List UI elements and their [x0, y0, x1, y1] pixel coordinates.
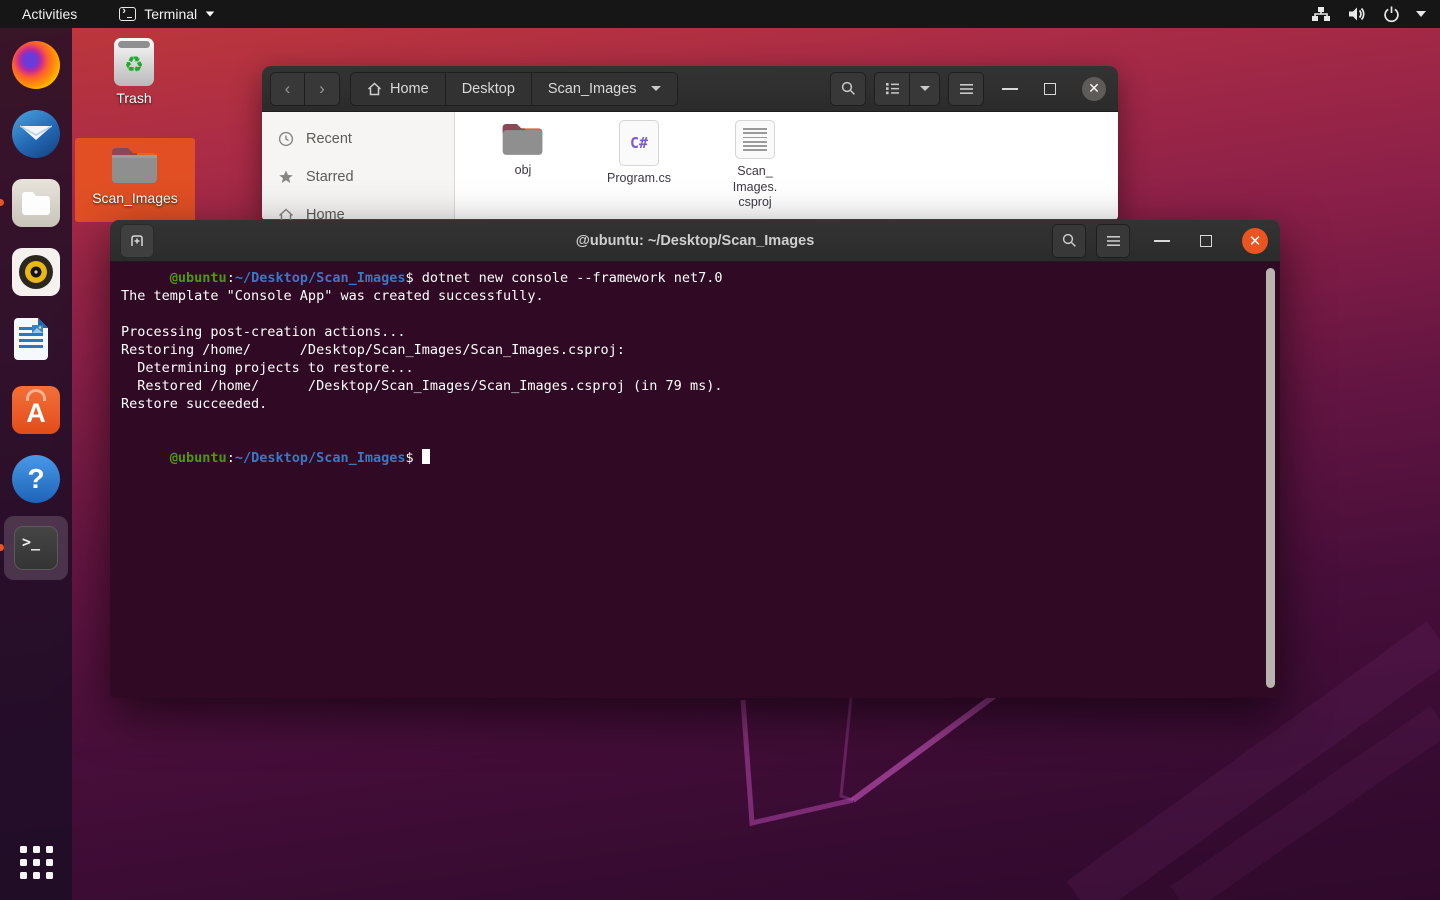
bag-letter: A	[26, 398, 46, 429]
new-tab-button[interactable]	[120, 224, 154, 258]
rhythmbox-icon	[12, 248, 60, 296]
dock-item-libreoffice-writer[interactable]	[4, 309, 68, 373]
dock-item-help[interactable]: ?	[4, 447, 68, 511]
app-menu-terminal[interactable]: Terminal	[119, 6, 215, 22]
recycle-glyph: ♻	[124, 52, 144, 78]
minimize-button[interactable]	[1002, 88, 1018, 90]
breadcrumb-current-label: Scan_Images	[548, 81, 637, 97]
terminal-window: @ubuntu: ~/Desktop/Scan_Images ✕ @	[110, 220, 1280, 698]
desktop-icon-scan-images[interactable]: Scan_Images	[75, 138, 195, 222]
home-icon	[367, 82, 382, 96]
cs-badge: C#	[630, 134, 648, 152]
dock-item-files[interactable]	[4, 171, 68, 235]
folder-label: Scan_Images	[92, 190, 178, 206]
search-button[interactable]	[1052, 224, 1086, 258]
file-name: Program.cs	[607, 171, 671, 187]
csharp-file-icon: C#	[619, 120, 659, 166]
sidebar-item-home[interactable]: Home	[262, 196, 454, 220]
files-sidebar: Recent Starred Home	[262, 112, 455, 219]
terminal-scrollbar[interactable]	[1266, 268, 1275, 688]
help-icon: ?	[12, 455, 60, 503]
dock: A ? >_	[0, 28, 72, 900]
apps-grid-icon	[20, 846, 53, 879]
power-icon[interactable]	[1383, 6, 1400, 23]
files-window: ‹ › Home Desktop Scan_Images	[262, 66, 1118, 220]
folder-icon	[109, 144, 161, 186]
trash-icon: ♻	[114, 38, 154, 86]
close-button[interactable]: ✕	[1082, 77, 1106, 101]
breadcrumb: Home Desktop Scan_Images	[350, 72, 678, 106]
chevron-down-icon	[651, 86, 661, 91]
dock-item-rhythmbox[interactable]	[4, 240, 68, 304]
show-applications-button[interactable]	[4, 830, 68, 894]
files-headerbar: ‹ › Home Desktop Scan_Images	[262, 66, 1118, 112]
dock-item-terminal[interactable]: >_	[4, 516, 68, 580]
sidebar-starred-label: Starred	[306, 169, 354, 185]
list-view-button[interactable]	[874, 72, 910, 106]
maximize-button[interactable]	[1200, 235, 1212, 247]
file-name: Scan_ Images. csproj	[733, 164, 777, 211]
top-bar: Activities Terminal	[0, 0, 1440, 28]
bag-handle	[26, 389, 46, 401]
hamburger-icon	[1106, 235, 1121, 247]
home-icon	[278, 208, 294, 221]
forward-button[interactable]: ›	[305, 72, 340, 106]
sidebar-recent-label: Recent	[306, 131, 352, 147]
sidebar-item-starred[interactable]: Starred	[262, 158, 454, 196]
files-content: obj C# Program.cs Scan_ Images. csproj	[455, 112, 1118, 219]
back-button[interactable]: ‹	[270, 72, 305, 106]
desktop-icon-trash[interactable]: ♻ Trash	[74, 32, 194, 112]
hamburger-icon	[959, 83, 974, 95]
terminal-headerbar: @ubuntu: ~/Desktop/Scan_Images ✕	[110, 220, 1280, 262]
trash-label: Trash	[116, 90, 151, 106]
terminal-small-icon	[119, 7, 136, 21]
maximize-button[interactable]	[1044, 83, 1056, 95]
clock-icon	[278, 131, 294, 147]
view-options-button[interactable]	[910, 72, 940, 106]
firefox-icon	[12, 41, 60, 89]
chevron-down-icon	[920, 86, 930, 91]
file-item-obj[interactable]: obj	[479, 120, 567, 211]
folder-icon	[500, 120, 546, 158]
breadcrumb-desktop[interactable]: Desktop	[446, 72, 532, 106]
file-item-csproj[interactable]: Scan_ Images. csproj	[711, 120, 799, 211]
terminal-icon: >_	[14, 526, 58, 570]
new-tab-icon	[129, 233, 145, 249]
list-view-icon	[885, 82, 900, 95]
breadcrumb-desktop-label: Desktop	[462, 81, 515, 97]
volume-icon[interactable]	[1347, 6, 1367, 22]
activities-button[interactable]: Activities	[16, 6, 83, 22]
chevron-down-icon	[206, 11, 215, 16]
network-icon[interactable]	[1311, 6, 1331, 22]
menu-button[interactable]	[1096, 224, 1130, 258]
ubuntu-software-icon: A	[12, 386, 60, 434]
file-name: obj	[515, 163, 532, 179]
sidebar-item-recent[interactable]: Recent	[262, 120, 454, 158]
file-item-program-cs[interactable]: C# Program.cs	[595, 120, 683, 211]
files-icon	[12, 179, 60, 227]
app-menu-label: Terminal	[144, 6, 197, 22]
menu-button[interactable]	[948, 72, 984, 106]
libreoffice-writer-icon	[12, 317, 60, 365]
dock-item-ubuntu-software[interactable]: A	[4, 378, 68, 442]
search-button[interactable]	[830, 72, 866, 106]
search-icon	[841, 81, 856, 96]
star-icon	[278, 169, 294, 185]
dock-item-thunderbird[interactable]	[4, 102, 68, 166]
document-icon	[735, 120, 775, 159]
terminal-output[interactable]: @ubuntu:~/Desktop/Scan_Images$ dotnet ne…	[110, 262, 1280, 698]
chevron-down-icon[interactable]	[1416, 11, 1426, 17]
sidebar-home-label: Home	[306, 207, 345, 220]
breadcrumb-home-label: Home	[390, 81, 429, 97]
search-icon	[1062, 233, 1077, 248]
minimize-button[interactable]	[1154, 240, 1170, 242]
dock-item-firefox[interactable]	[4, 33, 68, 97]
breadcrumb-home[interactable]: Home	[350, 72, 446, 106]
running-indicator	[0, 199, 4, 206]
running-indicator	[0, 544, 4, 551]
thunderbird-icon	[12, 110, 60, 158]
breadcrumb-current[interactable]: Scan_Images	[532, 72, 678, 106]
close-button[interactable]: ✕	[1242, 228, 1268, 254]
